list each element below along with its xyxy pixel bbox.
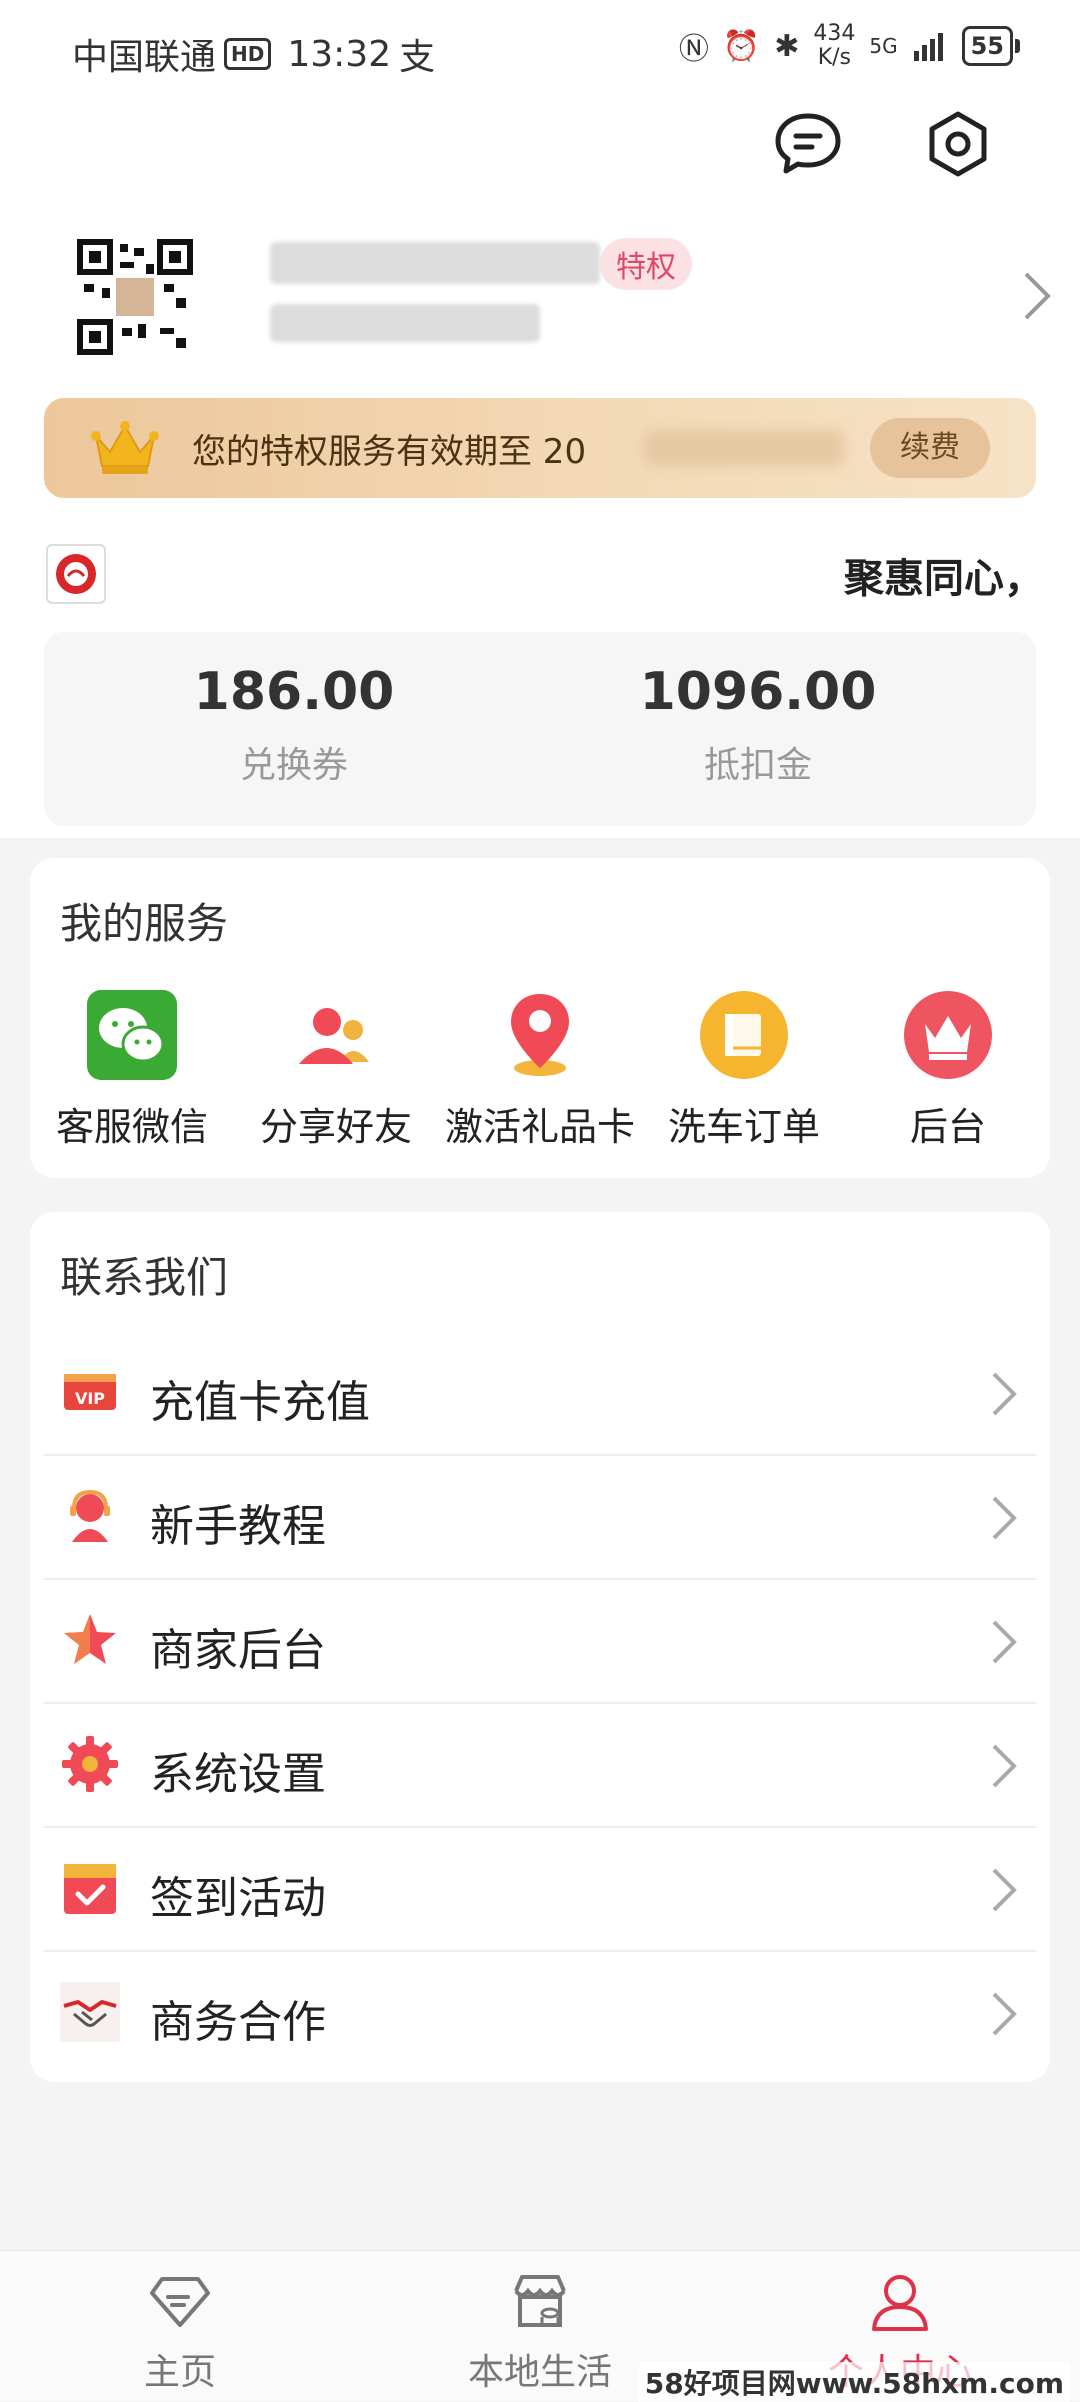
- service-carwash-orders[interactable]: 洗车订单: [644, 988, 844, 1151]
- star-icon: [64, 1614, 116, 1664]
- signal-icon: [913, 33, 943, 61]
- deduction-label: 抵扣金: [703, 745, 812, 786]
- hd-badge: HD: [224, 38, 272, 70]
- privilege-expiry-text: 您的特权服务有效期至 20: [192, 432, 587, 472]
- carrier-label: 中国联通: [72, 37, 217, 78]
- chevron-right-icon: [992, 1992, 1017, 2036]
- bluetooth-icon: ✱: [774, 28, 800, 64]
- expiry-date-redacted: [644, 430, 844, 466]
- menu-item-label: 充值卡充值: [150, 1377, 370, 1428]
- menu-item-label: 商务合作: [150, 1997, 326, 2048]
- checkin-icon: [64, 1864, 116, 1914]
- menu-item-label: 系统设置: [150, 1749, 326, 1800]
- nfc-icon: Ⓝ: [678, 32, 709, 67]
- contact-card: 联系我们 VIP 充值卡充值 新手教程 商家后台 系统设置 签到活动 商务合作: [30, 1212, 1050, 2082]
- menu-item-label: 签到活动: [150, 1873, 326, 1924]
- alipay-status-icon: 支: [399, 37, 436, 78]
- diamond-home-icon: [150, 2277, 210, 2327]
- clock: 13:32: [287, 33, 392, 75]
- menu-item-tutorial[interactable]: 新手教程: [44, 1456, 1036, 1580]
- network-speed: 434 K/s: [813, 21, 856, 70]
- wechat-icon: [87, 990, 177, 1080]
- crown-icon: [91, 421, 159, 474]
- tab-label: 主页: [143, 2352, 216, 2393]
- voucher-balance[interactable]: 186.00 兑换券: [84, 662, 504, 788]
- user-profile[interactable]: 特权: [0, 220, 1080, 370]
- service-backend[interactable]: 后台: [848, 988, 1048, 1151]
- qr-code-icon[interactable]: [76, 238, 194, 356]
- service-label: 激活礼品卡: [444, 1105, 635, 1149]
- settings-icon[interactable]: [922, 108, 994, 180]
- menu-item-recharge-card[interactable]: VIP 充值卡充值: [44, 1332, 1036, 1456]
- menu-item-merchant-backend[interactable]: 商家后台: [44, 1580, 1036, 1704]
- chevron-right-icon[interactable]: [1016, 266, 1056, 326]
- alarm-icon: ⏰: [722, 28, 761, 64]
- chevron-right-icon: [992, 1372, 1017, 1416]
- contact-title: 联系我们: [60, 1253, 229, 1302]
- location-pin-icon: [511, 994, 569, 1076]
- network-type: 5G: [869, 34, 898, 58]
- tab-home[interactable]: 主页: [60, 2269, 300, 2395]
- users-icon: [299, 1008, 369, 1064]
- message-icon[interactable]: [772, 108, 844, 180]
- balance-panel: 186.00 兑换券 1096.00 抵扣金: [44, 632, 1036, 826]
- battery-icon: 55: [961, 26, 1020, 66]
- status-bar: 中国联通 HD 13:32 支 Ⓝ ⏰ ✱ 434 K/s 5G 55: [0, 0, 1080, 100]
- support-agent-icon: [70, 1489, 110, 1542]
- watermark: 58好项目网www.58hxm.com: [638, 2362, 1070, 2402]
- renew-button[interactable]: 续费: [870, 418, 990, 478]
- brand-logo: [46, 544, 106, 604]
- menu-item-label: 商家后台: [150, 1625, 326, 1676]
- chevron-right-icon: [992, 1744, 1017, 1788]
- service-activate-gift-card[interactable]: 激活礼品卡: [440, 988, 640, 1151]
- deduction-balance[interactable]: 1096.00 抵扣金: [548, 662, 968, 788]
- service-label: 洗车订单: [667, 1105, 820, 1149]
- user-id-redacted: [270, 304, 540, 342]
- slogan-marquee: 聚惠同心，: [844, 556, 1044, 602]
- deduction-value: 1096.00: [639, 662, 877, 722]
- voucher-label: 兑换券: [239, 745, 348, 786]
- menu-item-system-settings[interactable]: 系统设置: [44, 1704, 1036, 1828]
- voucher-value: 186.00: [193, 662, 395, 722]
- person-icon: [872, 2275, 928, 2331]
- tab-label: 本地生活: [467, 2352, 612, 2393]
- service-label: 后台: [909, 1105, 986, 1149]
- shop-icon: [514, 2275, 566, 2327]
- svg-text:VIP: VIP: [75, 1389, 105, 1408]
- crown-icon: [904, 991, 992, 1079]
- chevron-right-icon: [992, 1868, 1017, 1912]
- book-icon: [700, 991, 788, 1079]
- privilege-banner[interactable]: 您的特权服务有效期至 20 续费: [44, 398, 1036, 498]
- services-title: 我的服务: [60, 899, 229, 948]
- vip-card-icon: VIP: [64, 1374, 116, 1410]
- privilege-badge: 特权: [600, 238, 692, 290]
- chevron-right-icon: [992, 1496, 1017, 1540]
- service-wechat[interactable]: 客服微信: [32, 988, 232, 1151]
- chevron-right-icon: [992, 1620, 1017, 1664]
- service-share[interactable]: 分享好友: [236, 988, 436, 1151]
- services-card: 我的服务 客服微信 分享好友 激活礼品卡 洗车订单 后台: [30, 858, 1050, 1178]
- user-name-redacted: [270, 242, 600, 284]
- menu-item-label: 新手教程: [150, 1501, 326, 1552]
- handshake-icon: [60, 1982, 120, 2042]
- service-label: 客服微信: [55, 1105, 208, 1149]
- menu-item-business-cooperation[interactable]: 商务合作: [44, 1952, 1036, 2074]
- menu-item-checkin[interactable]: 签到活动: [44, 1828, 1036, 1952]
- gear-icon: [62, 1736, 118, 1792]
- tab-local-life[interactable]: 本地生活: [420, 2269, 660, 2395]
- service-label: 分享好友: [259, 1105, 412, 1149]
